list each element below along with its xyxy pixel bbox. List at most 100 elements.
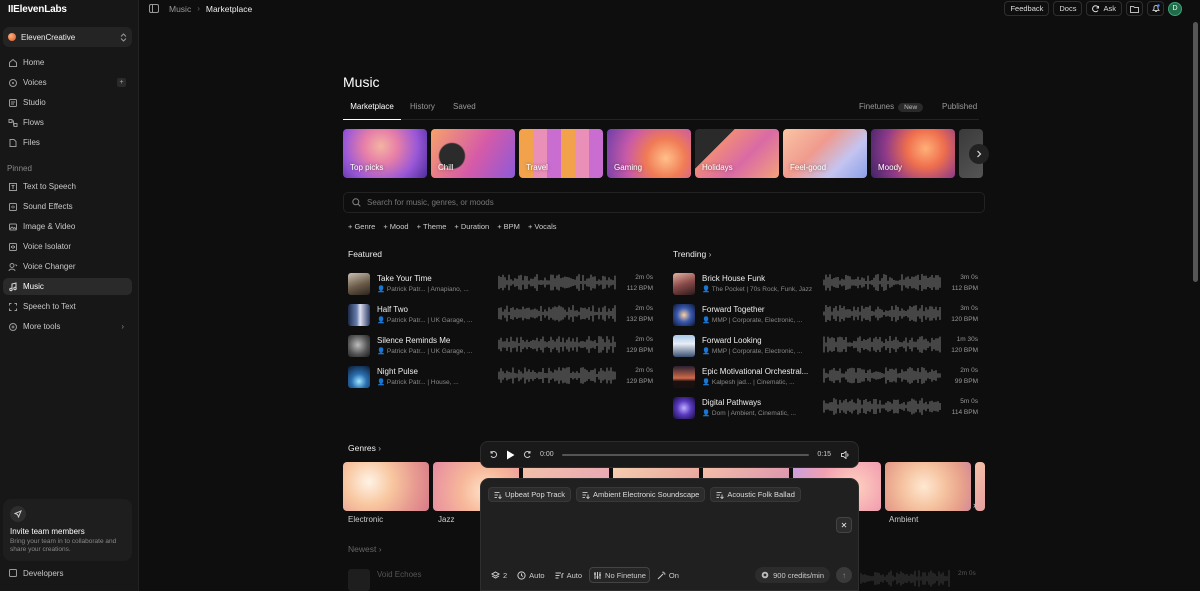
sidebar-toggle-icon[interactable] <box>149 4 159 13</box>
track-row[interactable]: Epic Motivational Orchestral... 👤 Kalpes… <box>673 364 978 390</box>
category-card-chill[interactable]: Chill <box>431 129 515 178</box>
suggestion-chip[interactable]: Upbeat Pop Track <box>488 487 572 502</box>
tab-marketplace[interactable]: Marketplace <box>343 100 401 120</box>
docs-button[interactable]: Docs <box>1053 1 1083 16</box>
genre-card-partial[interactable] <box>975 462 985 511</box>
sidebar-item-files[interactable]: Files <box>3 134 132 151</box>
track-row[interactable]: Digital Pathways 👤 Dom | Ambient, Cinema… <box>673 395 978 421</box>
categories-next-button[interactable] <box>969 144 989 164</box>
category-card-moody[interactable]: Moody <box>871 129 955 178</box>
user-avatar[interactable]: D <box>1168 1 1182 16</box>
waveform[interactable] <box>823 274 941 291</box>
track-cover <box>348 273 370 295</box>
sidebar-item-sound-effects[interactable]: Sound Effects <box>3 198 132 215</box>
variants-option[interactable]: 2 <box>488 567 510 583</box>
sidebar-item-flows[interactable]: Flows <box>3 114 132 131</box>
tab-published[interactable]: Published <box>942 100 977 120</box>
sidebar-item-voice-changer[interactable]: Voice Changer <box>3 258 132 275</box>
workspace-selector[interactable]: ElevenCreative <box>3 27 132 47</box>
sidebar-item-studio[interactable]: Studio <box>3 94 132 111</box>
add-voice-button[interactable]: + <box>117 78 126 87</box>
category-card-travel[interactable]: Travel <box>519 129 603 178</box>
suggestion-chip[interactable]: Ambient Electronic Soundscape <box>576 487 706 502</box>
progress-bar[interactable] <box>561 453 810 456</box>
lyrics-option[interactable]: Auto <box>552 567 585 583</box>
tab-finetunes[interactable]: Finetunes New <box>859 100 924 120</box>
volume-icon[interactable] <box>841 450 850 459</box>
filter-genre[interactable]: + Genre <box>348 221 375 231</box>
forward-icon[interactable] <box>523 450 532 459</box>
genre-card-electronic[interactable] <box>343 462 429 511</box>
sidebar-item-image-video[interactable]: Image & Video <box>3 218 132 235</box>
suggestion-chip[interactable]: Acoustic Folk Ballad <box>710 487 801 502</box>
elevenlabs-logo[interactable]: IIElevenLabs <box>8 4 67 15</box>
play-icon[interactable] <box>506 450 515 460</box>
track-duration: 3m 0s <box>960 274 978 281</box>
magic-option[interactable]: On <box>654 567 682 583</box>
filter-duration[interactable]: + Duration <box>454 221 489 231</box>
track-row[interactable]: Night Pulse 👤 Patrick Patr... | House, .… <box>348 364 653 390</box>
waveform[interactable] <box>823 367 941 384</box>
breadcrumb-music[interactable]: Music <box>169 4 191 14</box>
waveform[interactable] <box>823 336 941 353</box>
folder-button[interactable] <box>1126 1 1143 16</box>
track-row[interactable]: Brick House Funk 👤 The Pocket | 70s Rock… <box>673 271 978 297</box>
category-card-feel-good[interactable]: Feel-good <box>783 129 867 178</box>
newest-link[interactable]: Newest › <box>348 544 382 554</box>
notifications-button[interactable] <box>1147 1 1164 16</box>
sidebar-item-voice-isolator[interactable]: Voice Isolator <box>3 238 132 255</box>
track-row[interactable]: Silence Reminds Me 👤 Patrick Patr... | U… <box>348 333 653 359</box>
tab-history[interactable]: History <box>410 100 435 120</box>
chevron-right-icon: › <box>973 500 976 510</box>
sidebar-item-developers[interactable]: Developers <box>3 566 132 580</box>
filter-bpm[interactable]: + BPM <box>497 221 520 231</box>
rewind-icon[interactable] <box>489 450 498 459</box>
generate-button[interactable]: ↑ <box>836 567 852 583</box>
close-button[interactable]: ✕ <box>836 517 852 533</box>
track-title: Night Pulse <box>377 367 418 376</box>
tab-saved[interactable]: Saved <box>453 100 476 120</box>
sidebar-item-voices[interactable]: Voices + <box>3 74 132 91</box>
waveform[interactable] <box>823 305 941 322</box>
trending-link[interactable]: Trending › <box>673 249 711 259</box>
filter-theme[interactable]: + Theme <box>417 221 447 231</box>
track-row[interactable]: Forward Looking 👤 MMP | Corporate, Elect… <box>673 333 978 359</box>
sidebar-item-music[interactable]: Music <box>3 278 132 295</box>
sidebar-item-home[interactable]: Home <box>3 54 132 71</box>
sidebar-item-speech-to-text[interactable]: Speech to Text <box>3 298 132 315</box>
filter-mood[interactable]: + Mood <box>383 221 408 231</box>
track-tags: UK Garage, ... <box>430 317 473 324</box>
category-card-top-picks[interactable]: Top picks <box>343 129 427 178</box>
track-bpm: 99 BPM <box>954 378 978 385</box>
search-input[interactable] <box>367 198 867 207</box>
ask-label: Ask <box>1103 4 1116 13</box>
category-card-gaming[interactable]: Gaming <box>607 129 691 178</box>
track-meta: 👤 The Pocket | 70s Rock, Funk, Jazz <box>702 286 813 293</box>
track-row[interactable]: Forward Together 👤 MMP | Corporate, Elec… <box>673 302 978 328</box>
duration-option[interactable]: Auto <box>514 567 547 583</box>
track-cover <box>673 397 695 419</box>
genres-next-button[interactable]: › <box>973 500 976 510</box>
ask-button[interactable]: Ask <box>1086 1 1122 16</box>
track-row[interactable]: Half Two 👤 Patrick Patr... | UK Garage, … <box>348 302 653 328</box>
page-scrollbar[interactable] <box>1193 22 1198 282</box>
waveform[interactable] <box>498 305 616 322</box>
finetune-option[interactable]: No Finetune <box>589 567 650 583</box>
waveform[interactable] <box>498 274 616 291</box>
invite-team-card[interactable]: Invite team members Bring your team in t… <box>3 499 132 561</box>
search-bar[interactable] <box>343 192 985 213</box>
filter-vocals[interactable]: + Vocals <box>528 221 557 231</box>
sidebar-item-label: Sound Effects <box>23 202 73 211</box>
feedback-button[interactable]: Feedback <box>1004 1 1050 16</box>
waveform[interactable] <box>498 367 616 384</box>
genres-title: Genres <box>348 443 376 453</box>
genres-link[interactable]: Genres › <box>348 443 381 453</box>
track-row[interactable]: Take Your Time 👤 Patrick Patr... | Amapi… <box>348 271 653 297</box>
category-card-holidays[interactable]: Holidays <box>695 129 779 178</box>
waveform[interactable] <box>823 398 941 415</box>
genre-card-ambient[interactable] <box>885 462 971 511</box>
waveform[interactable] <box>498 336 616 353</box>
sidebar-item-text-to-speech[interactable]: Text to Speech <box>3 178 132 195</box>
category-label: Holidays <box>702 163 733 172</box>
sidebar-item-more-tools[interactable]: More tools › <box>3 318 132 335</box>
